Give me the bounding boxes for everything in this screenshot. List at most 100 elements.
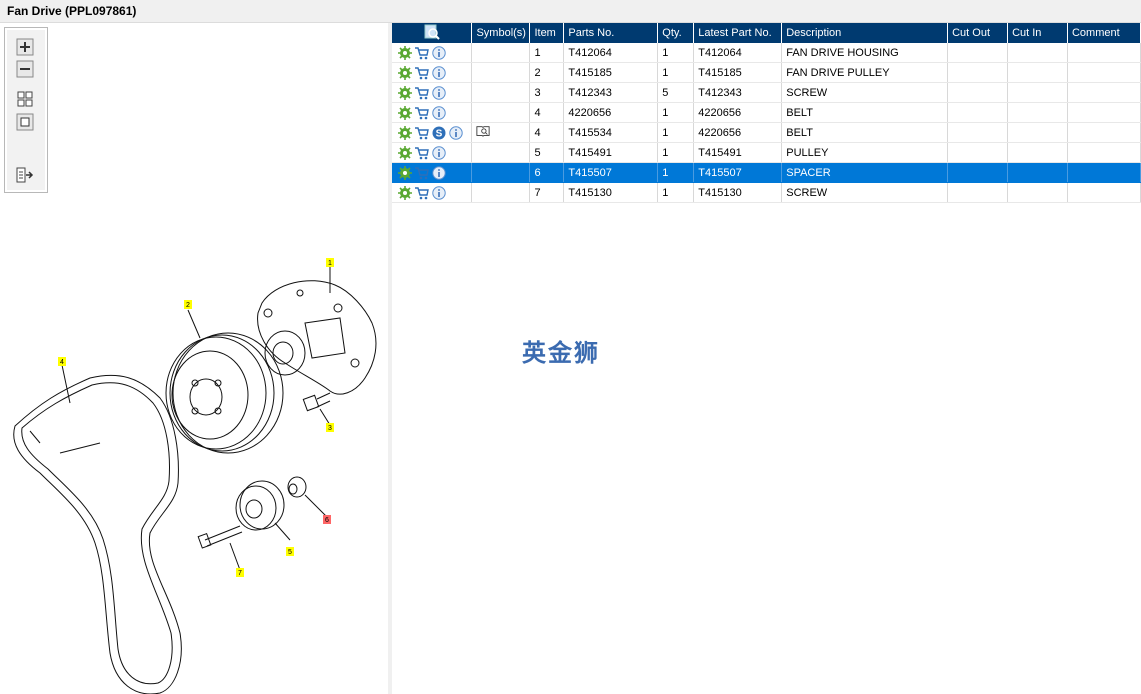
column-header-comment[interactable]: Comment <box>1067 23 1141 43</box>
cut-in-cell <box>1007 122 1068 143</box>
parts-list-pane: Symbol(s) Item Parts No. Qty. Latest Par… <box>392 23 1141 694</box>
gear-icon[interactable] <box>398 105 412 120</box>
qty-cell: 1 <box>657 102 695 123</box>
info-icon[interactable] <box>449 125 463 140</box>
description-cell: SCREW <box>781 82 949 103</box>
row-actions-cell <box>392 82 473 103</box>
row-actions-cell <box>392 62 473 83</box>
exploded-parts-diagram: 1 2 3 4 5 6 7 <box>13 258 377 694</box>
column-header-latest-part-no[interactable]: Latest Part No. <box>693 23 783 43</box>
window-title: Fan Drive (PPL097861) <box>7 4 137 18</box>
table-row[interactable]: 6 T415507 1 T415507 SPACER <box>392 162 1141 183</box>
info-icon[interactable] <box>432 105 446 120</box>
symbols-cell <box>471 102 531 123</box>
gear-icon[interactable] <box>398 85 412 100</box>
callout-3[interactable]: 3 <box>326 423 334 432</box>
gear-icon[interactable] <box>398 185 412 200</box>
illustration-pane: 1 2 3 4 5 6 7 <box>0 23 389 694</box>
info-icon[interactable] <box>432 45 446 60</box>
cart-icon[interactable] <box>415 106 429 120</box>
column-header-cut-out[interactable]: Cut Out <box>947 23 1009 43</box>
row-actions-cell <box>392 102 473 123</box>
row-actions-cell: S <box>392 122 473 143</box>
info-icon[interactable] <box>432 65 446 80</box>
svg-text:6: 6 <box>325 517 329 524</box>
gear-icon[interactable] <box>398 65 412 80</box>
cut-in-cell <box>1007 162 1068 183</box>
gear-icon[interactable] <box>398 45 412 60</box>
cart-icon[interactable] <box>415 166 429 180</box>
supersession-s-icon[interactable]: S <box>432 126 446 140</box>
callout-2[interactable]: 2 <box>184 300 192 309</box>
table-row[interactable]: 3 T412343 5 T412343 SCREW <box>392 82 1141 103</box>
latest-part-no-cell: T415130 <box>693 182 783 203</box>
parts-no-cell: T415491 <box>563 142 659 163</box>
column-header-cut-in[interactable]: Cut In <box>1007 23 1068 43</box>
table-row[interactable]: S 4 T415534 1 4220656 BELT <box>392 122 1141 143</box>
belt-part <box>13 374 182 694</box>
cut-in-cell <box>1007 182 1068 203</box>
cut-out-cell <box>947 182 1009 203</box>
latest-part-no-cell: T412064 <box>693 43 783 63</box>
description-cell: SPACER <box>781 162 949 183</box>
info-icon[interactable] <box>432 85 446 100</box>
qty-cell: 1 <box>657 142 695 163</box>
info-icon[interactable] <box>432 165 446 180</box>
manual-reference-icon[interactable] <box>476 124 492 138</box>
table-row[interactable]: 4 4220656 1 4220656 BELT <box>392 102 1141 123</box>
symbols-cell[interactable] <box>471 122 531 143</box>
cart-icon[interactable] <box>415 146 429 160</box>
parts-no-cell: T415507 <box>563 162 659 183</box>
cart-icon[interactable] <box>415 126 429 140</box>
item-cell: 5 <box>529 142 565 163</box>
row-actions-cell <box>392 162 473 183</box>
column-header-parts-no[interactable]: Parts No. <box>563 23 659 43</box>
fit-all-button[interactable] <box>16 90 34 108</box>
latest-part-no-cell: T412343 <box>693 82 783 103</box>
zoom-out-button[interactable] <box>16 60 34 78</box>
export-list-button[interactable] <box>16 166 34 184</box>
description-cell: BELT <box>781 102 949 123</box>
column-header-item[interactable]: Item <box>529 23 565 43</box>
row-actions-cell <box>392 182 473 203</box>
fit-all-icon <box>17 91 33 107</box>
actual-size-icon <box>16 113 34 131</box>
qty-cell: 1 <box>657 43 695 63</box>
callout-5[interactable]: 5 <box>286 547 294 556</box>
zoom-in-button[interactable] <box>16 38 34 56</box>
svg-text:3: 3 <box>328 425 332 432</box>
column-header-actions[interactable] <box>392 23 473 43</box>
callout-6[interactable]: 6 <box>323 515 331 524</box>
table-row[interactable]: 7 T415130 1 T415130 SCREW <box>392 182 1141 203</box>
table-row[interactable]: 5 T415491 1 T415491 PULLEY <box>392 142 1141 163</box>
parts-no-cell: T412064 <box>563 43 659 63</box>
comment-cell <box>1067 142 1141 163</box>
column-header-description[interactable]: Description <box>781 23 949 43</box>
comment-cell <box>1067 162 1141 183</box>
watermark-text: 英金狮 <box>522 339 600 367</box>
gear-icon[interactable] <box>398 125 412 140</box>
cart-icon[interactable] <box>415 186 429 200</box>
latest-part-no-cell: 4220656 <box>693 102 783 123</box>
qty-cell: 1 <box>657 162 695 183</box>
item-cell: 2 <box>529 62 565 83</box>
column-header-symbols[interactable]: Symbol(s) <box>471 23 531 43</box>
export-list-icon <box>16 167 34 183</box>
callout-4[interactable]: 4 <box>58 357 66 366</box>
search-parts-icon[interactable] <box>424 24 440 40</box>
column-header-qty[interactable]: Qty. <box>657 23 695 43</box>
cart-icon[interactable] <box>415 66 429 80</box>
table-row[interactable]: 2 T415185 1 T415185 FAN DRIVE PULLEY <box>392 62 1141 83</box>
zoom-in-icon <box>16 38 34 56</box>
table-row[interactable]: 1 T412064 1 T412064 FAN DRIVE HOUSING <box>392 43 1141 63</box>
callout-1[interactable]: 1 <box>326 258 334 267</box>
cart-icon[interactable] <box>415 86 429 100</box>
info-icon[interactable] <box>432 145 446 160</box>
info-icon[interactable] <box>432 185 446 200</box>
callout-7[interactable]: 7 <box>236 568 244 577</box>
cart-icon[interactable] <box>415 46 429 60</box>
symbols-cell <box>471 142 531 163</box>
actual-size-button[interactable] <box>16 113 34 131</box>
gear-icon[interactable] <box>398 165 412 180</box>
gear-icon[interactable] <box>398 145 412 160</box>
